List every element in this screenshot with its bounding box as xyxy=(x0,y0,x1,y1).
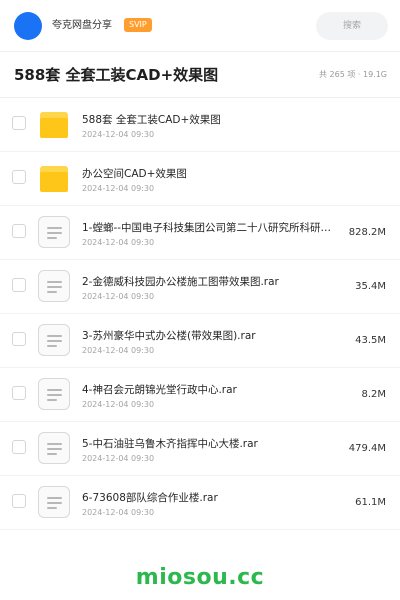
file-list: 588套 全套工装CAD+效果图 2024-12-04 09:30 办公空间CA… xyxy=(0,98,400,530)
file-size: 35.4M xyxy=(355,281,386,292)
checkbox[interactable] xyxy=(12,494,26,508)
checkbox[interactable] xyxy=(12,440,26,454)
file-name: 1-螳螂--中国电子科技集团公司第二十八研究所科研… xyxy=(82,222,332,234)
checkbox[interactable] xyxy=(12,386,26,400)
file-date: 2024-12-04 09:30 xyxy=(82,292,155,301)
rar-file-icon xyxy=(38,378,70,410)
rar-file-icon xyxy=(38,432,70,464)
file-name: 2-金德威科技园办公楼施工图带效果图.rar xyxy=(82,276,279,288)
folder-icon xyxy=(38,162,70,194)
list-item-file[interactable]: 2-金德威科技园办公楼施工图带效果图.rar 2024-12-04 09:30 … xyxy=(0,260,400,314)
rar-file-icon xyxy=(38,270,70,302)
page-title: 588套 全套工装CAD+效果图 xyxy=(14,66,219,84)
rar-file-icon xyxy=(38,486,70,518)
file-date: 2024-12-04 09:30 xyxy=(82,184,155,193)
rar-file-icon xyxy=(38,324,70,356)
file-date: 2024-12-04 09:30 xyxy=(82,346,155,355)
rar-file-icon xyxy=(38,216,70,248)
file-size: 43.5M xyxy=(355,335,386,346)
list-item-folder[interactable]: 588套 全套工装CAD+效果图 2024-12-04 09:30 xyxy=(0,98,400,152)
file-name: 4-神召会元朗锦光堂行政中心.rar xyxy=(82,384,237,396)
file-name: 3-苏州豪华中式办公楼(带效果图).rar xyxy=(82,330,256,342)
file-size: 479.4M xyxy=(348,443,386,454)
checkbox[interactable] xyxy=(12,170,26,184)
checkbox[interactable] xyxy=(12,224,26,238)
file-date: 2024-12-04 09:30 xyxy=(82,508,155,517)
avatar[interactable] xyxy=(14,12,42,40)
checkbox[interactable] xyxy=(12,278,26,292)
list-item-folder[interactable]: 办公空间CAD+效果图 2024-12-04 09:30 xyxy=(0,152,400,206)
watermark: miosou.cc xyxy=(135,565,265,590)
file-name: 办公空间CAD+效果图 xyxy=(82,168,187,180)
file-size: 61.1M xyxy=(355,497,386,508)
checkbox[interactable] xyxy=(12,116,26,130)
list-item-file[interactable]: 3-苏州豪华中式办公楼(带效果图).rar 2024-12-04 09:30 4… xyxy=(0,314,400,368)
svip-badge: SVIP xyxy=(124,18,152,32)
checkbox[interactable] xyxy=(12,332,26,346)
item-summary: 共 265 项 · 19.1G xyxy=(319,70,387,79)
file-name: 5-中石油驻乌鲁木齐指挥中心大楼.rar xyxy=(82,438,258,450)
list-item-file[interactable]: 1-螳螂--中国电子科技集团公司第二十八研究所科研… 2024-12-04 09… xyxy=(0,206,400,260)
user-name: 夸克网盘分享 xyxy=(52,20,112,31)
file-size: 8.2M xyxy=(361,389,386,400)
file-date: 2024-12-04 09:30 xyxy=(82,454,155,463)
top-bar: 夸克网盘分享 SVIP 搜索 xyxy=(0,0,400,52)
list-item-file[interactable]: 6-73608部队综合作业楼.rar 2024-12-04 09:30 61.1… xyxy=(0,476,400,530)
file-date: 2024-12-04 09:30 xyxy=(82,400,155,409)
folder-icon xyxy=(38,108,70,140)
file-date: 2024-12-04 09:30 xyxy=(82,130,155,139)
file-size: 828.2M xyxy=(348,227,386,238)
file-name: 588套 全套工装CAD+效果图 xyxy=(82,114,221,126)
search-input[interactable]: 搜索 xyxy=(316,12,388,40)
list-item-file[interactable]: 4-神召会元朗锦光堂行政中心.rar 2024-12-04 09:30 8.2M xyxy=(0,368,400,422)
file-name: 6-73608部队综合作业楼.rar xyxy=(82,492,218,504)
list-item-file[interactable]: 5-中石油驻乌鲁木齐指挥中心大楼.rar 2024-12-04 09:30 47… xyxy=(0,422,400,476)
title-bar: 588套 全套工装CAD+效果图 共 265 项 · 19.1G xyxy=(0,52,400,98)
file-date: 2024-12-04 09:30 xyxy=(82,238,155,247)
